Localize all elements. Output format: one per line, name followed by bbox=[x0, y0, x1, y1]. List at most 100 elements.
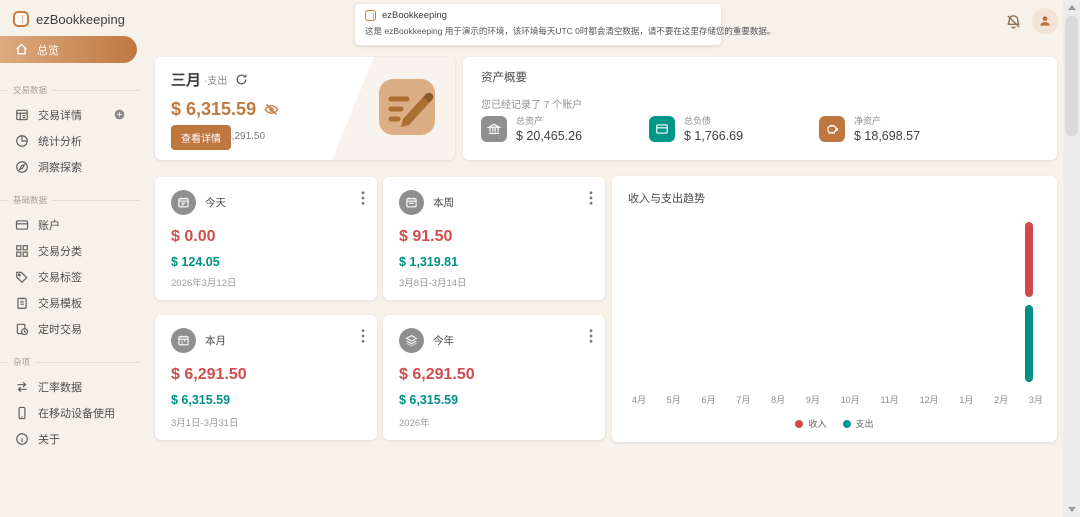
clipboard-icon bbox=[15, 296, 29, 310]
sidebar-item-tags[interactable]: 交易标签 bbox=[0, 264, 148, 290]
assets-title: 资产概要 bbox=[481, 69, 1039, 85]
sidebar-item-label: 总览 bbox=[37, 42, 59, 58]
card-menu-button[interactable] bbox=[359, 189, 367, 207]
sidebar-item-label: 账户 bbox=[38, 217, 60, 233]
pie-chart-icon bbox=[15, 134, 29, 148]
summary-card-title: 今年 bbox=[433, 333, 454, 348]
sidebar-item-templates[interactable]: 交易模板 bbox=[0, 290, 148, 316]
scroll-down-arrow[interactable] bbox=[1068, 507, 1076, 512]
sidebar: ezBookkeeping 总览 交易数据 交易详情 统计分析 bbox=[0, 0, 148, 517]
summary-card-year: 今年 $ 6,291.50 $ 6,315.59 2026年 bbox=[383, 315, 605, 440]
card-menu-button[interactable] bbox=[587, 189, 595, 207]
banner-title: ezBookkeeping bbox=[382, 10, 447, 21]
expense-bar-march bbox=[1025, 305, 1033, 382]
summary-card-week: 本周 $ 91.50 $ 1,319.81 3月8日-3月14日 bbox=[383, 177, 605, 300]
x-tick: 10月 bbox=[841, 393, 860, 406]
summary-card-title: 本月 bbox=[205, 333, 226, 348]
sidebar-item-categories[interactable]: 交易分类 bbox=[0, 238, 148, 264]
note-pencil-illustration bbox=[375, 75, 439, 139]
eye-off-icon[interactable] bbox=[264, 102, 279, 117]
user-avatar-button[interactable] bbox=[1032, 8, 1058, 34]
sidebar-item-about[interactable]: 关于 bbox=[0, 426, 148, 452]
demo-notice-banner: ezBookkeeping 这是 ezBookkeeping 用于演示的环境，该… bbox=[355, 4, 721, 45]
grid-icon bbox=[15, 244, 29, 258]
x-tick: 12月 bbox=[920, 393, 939, 406]
card-menu-button[interactable] bbox=[359, 327, 367, 345]
sidebar-item-label: 交易标签 bbox=[38, 269, 82, 285]
x-tick: 6月 bbox=[702, 393, 716, 406]
assets-summary-card: 资产概要 您已经记录了 7 个账户 总资产 $ 20,465.26 总负债 $ … bbox=[463, 57, 1057, 160]
income-amount: $ 0.00 bbox=[171, 228, 361, 246]
calendar-day-icon bbox=[171, 190, 196, 215]
vertical-scrollbar[interactable] bbox=[1063, 0, 1080, 517]
income-amount: $ 6,291.50 bbox=[399, 366, 589, 384]
sidebar-section-misc: 杂项 bbox=[0, 356, 140, 368]
home-icon bbox=[15, 43, 28, 56]
x-tick: 9月 bbox=[806, 393, 820, 406]
chart-title: 收入与支出趋势 bbox=[628, 190, 1041, 206]
sidebar-item-overview[interactable]: 总览 bbox=[0, 36, 137, 63]
scrollbar-thumb[interactable] bbox=[1065, 16, 1078, 136]
notifications-off-icon[interactable] bbox=[1005, 13, 1022, 30]
summary-card-title: 本周 bbox=[433, 195, 454, 210]
view-details-button[interactable]: 查看详情 bbox=[171, 125, 231, 150]
income-bar-march bbox=[1025, 222, 1033, 297]
app-title: ezBookkeeping bbox=[36, 12, 125, 27]
person-icon bbox=[1038, 14, 1052, 28]
summary-card-month: 本月 $ 6,291.50 $ 6,315.59 3月1日-3月31日 bbox=[155, 315, 377, 440]
sidebar-item-statistics[interactable]: 统计分析 bbox=[0, 128, 148, 154]
sidebar-item-scheduled[interactable]: 定时交易 bbox=[0, 316, 148, 342]
credit-card-icon bbox=[15, 218, 29, 232]
income-amount: $ 6,291.50 bbox=[171, 366, 361, 384]
period-label: 2026年 bbox=[399, 415, 430, 429]
sidebar-item-label: 定时交易 bbox=[38, 321, 82, 337]
sidebar-item-label: 在移动设备使用 bbox=[38, 405, 115, 421]
refresh-icon[interactable] bbox=[235, 73, 248, 86]
income-dot-icon bbox=[795, 420, 803, 428]
sidebar-item-transaction-details[interactable]: 交易详情 bbox=[0, 102, 148, 128]
sidebar-item-mobile[interactable]: 在移动设备使用 bbox=[0, 400, 148, 426]
app-logo-icon bbox=[13, 11, 29, 27]
phone-icon bbox=[15, 406, 29, 420]
calendar-month-icon bbox=[171, 328, 196, 353]
layers-icon bbox=[399, 328, 424, 353]
card-menu-button[interactable] bbox=[587, 327, 595, 345]
expense-dot-icon bbox=[843, 420, 851, 428]
sidebar-section-basic-data: 基础数据 bbox=[0, 194, 140, 206]
stat-total-assets: 总资产 $ 20,465.26 bbox=[481, 114, 582, 143]
sidebar-item-label: 汇率数据 bbox=[38, 379, 82, 395]
compass-icon bbox=[15, 160, 29, 174]
scroll-up-arrow[interactable] bbox=[1068, 5, 1076, 10]
list-icon bbox=[15, 108, 29, 122]
income-amount: $ 91.50 bbox=[399, 228, 589, 246]
assets-subtitle: 您已经记录了 7 个账户 bbox=[481, 96, 1039, 111]
month-overview-card: 三月 ·支出 $ 6,315.59 当月收入 $ 6,291.50 查看详情 bbox=[155, 57, 455, 160]
stat-total-liabilities: 总负债 $ 1,766.69 bbox=[649, 114, 743, 143]
sidebar-item-label: 统计分析 bbox=[38, 133, 82, 149]
app-logo[interactable]: ezBookkeeping bbox=[0, 0, 148, 27]
income-expense-trend-card: 收入与支出趋势 4月 5月 6月 7月 8月 9月 10月 11月 12月 1月… bbox=[612, 176, 1057, 442]
legend-expense[interactable]: 支出 bbox=[843, 417, 874, 430]
sidebar-item-exchange-rates[interactable]: 汇率数据 bbox=[0, 374, 148, 400]
chart-legend: 收入 支出 bbox=[612, 417, 1057, 430]
stat-label: 净资产 bbox=[854, 114, 920, 127]
stat-value: $ 18,698.57 bbox=[854, 129, 920, 143]
month-subtitle: ·支出 bbox=[204, 72, 227, 87]
x-tick: 2月 bbox=[994, 393, 1008, 406]
x-tick: 3月 bbox=[1029, 393, 1043, 406]
sidebar-section-transactions: 交易数据 bbox=[0, 84, 140, 96]
sidebar-item-accounts[interactable]: 账户 bbox=[0, 212, 148, 238]
summary-card-title: 今天 bbox=[205, 195, 226, 210]
tag-icon bbox=[15, 270, 29, 284]
sidebar-item-insights[interactable]: 洞察探索 bbox=[0, 154, 148, 180]
piggy-bank-icon bbox=[819, 116, 845, 142]
add-transaction-button[interactable] bbox=[113, 108, 126, 121]
expense-amount: $ 1,319.81 bbox=[399, 255, 589, 269]
summary-card-today: 今天 $ 0.00 $ 124.05 2026年3月12日 bbox=[155, 177, 377, 300]
legend-income[interactable]: 收入 bbox=[795, 417, 826, 430]
x-tick: 5月 bbox=[667, 393, 681, 406]
x-tick: 4月 bbox=[632, 393, 646, 406]
period-label: 3月1日-3月31日 bbox=[171, 415, 239, 429]
scheduled-clock-icon bbox=[15, 322, 29, 336]
credit-card-icon bbox=[649, 116, 675, 142]
